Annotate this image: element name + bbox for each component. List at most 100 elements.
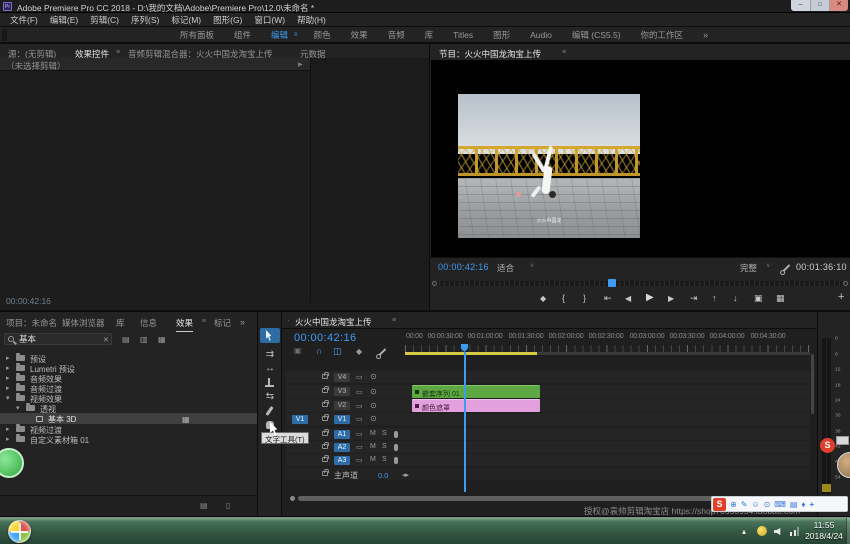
track-visibility-eye-icon[interactable]: ⊙ bbox=[370, 401, 377, 410]
workspace-tab-graphics[interactable]: 图形 bbox=[483, 29, 520, 41]
menu-graphics[interactable]: 图形(G) bbox=[207, 14, 248, 26]
tray-clock[interactable]: 11:55 2018/4/24 bbox=[800, 520, 848, 543]
tray-sogou-icon[interactable] bbox=[757, 526, 767, 536]
clear-search-icon[interactable]: ✕ bbox=[103, 336, 109, 344]
track-target-v1[interactable]: V1 bbox=[334, 415, 350, 424]
new-custom-bin-icon[interactable]: ▤ bbox=[122, 335, 130, 344]
lock-icon[interactable] bbox=[322, 471, 328, 476]
scrollbar-left-handle[interactable] bbox=[290, 496, 295, 501]
track-visibility-eye-icon[interactable]: ⊙ bbox=[370, 372, 377, 381]
scrubber-end-handle[interactable] bbox=[843, 281, 848, 286]
mute-button[interactable]: M bbox=[370, 456, 376, 463]
program-timecode[interactable]: 00:00:42:16 bbox=[438, 262, 489, 272]
tray-expand-button[interactable]: ▴ bbox=[742, 527, 746, 536]
menu-clip[interactable]: 剪辑(C) bbox=[84, 14, 125, 26]
effects-search-input[interactable] bbox=[19, 334, 99, 344]
workspace-tab-titles[interactable]: Titles bbox=[443, 30, 483, 40]
zoom-fit-dropdown[interactable]: 适合 bbox=[497, 262, 514, 274]
tab-effects[interactable]: 效果 bbox=[176, 317, 193, 329]
sogou-floating-icon[interactable]: S bbox=[820, 438, 835, 453]
track-row-v4[interactable]: V4 ▭ ⊙ bbox=[286, 371, 810, 383]
add-marker-button[interactable]: ◆ bbox=[540, 294, 546, 303]
panel-menu-icon[interactable]: ≡ bbox=[116, 49, 120, 56]
button-editor-plus[interactable]: + bbox=[838, 291, 844, 303]
go-to-in-button[interactable]: ⇤ bbox=[604, 293, 612, 304]
master-level-value[interactable]: 0.0 bbox=[378, 471, 388, 480]
menu-sequence[interactable]: 序列(S) bbox=[125, 14, 165, 26]
input-mode-icon[interactable]: ⊕ bbox=[730, 500, 737, 509]
workspace-tab-editing[interactable]: 编辑 bbox=[261, 29, 294, 41]
lock-icon[interactable] bbox=[322, 431, 328, 436]
lock-icon[interactable] bbox=[322, 444, 328, 449]
mute-button[interactable]: M bbox=[370, 430, 376, 437]
workspace-tab-assembly[interactable]: 组件 bbox=[224, 29, 261, 41]
mute-button[interactable]: M bbox=[370, 443, 376, 450]
voice-icon[interactable]: ⊙ bbox=[764, 500, 771, 509]
track-row-v2[interactable]: V2 ▭ ⊙ 颜色遮罩 bbox=[286, 399, 810, 412]
program-playhead-handle[interactable] bbox=[608, 279, 616, 287]
workspace-tab-editing-cs55[interactable]: 编辑 (CS5.5) bbox=[562, 29, 631, 41]
voiceover-mic-icon[interactable] bbox=[394, 444, 398, 451]
workspace-overflow-button[interactable]: » bbox=[693, 30, 718, 40]
minimize-button[interactable]: ‒ bbox=[791, 0, 810, 11]
track-row-master[interactable]: 主声道 0.0 ◂▸ bbox=[286, 468, 810, 480]
source-patch-icon[interactable]: ▭ bbox=[356, 456, 363, 464]
keyboard-icon[interactable]: ⌨ bbox=[774, 500, 786, 509]
panel-overflow-button[interactable]: » bbox=[240, 317, 245, 327]
lock-icon[interactable] bbox=[322, 388, 328, 393]
settings-wrench-icon[interactable] bbox=[783, 264, 791, 272]
clip-nested-sequence[interactable]: 嵌套序列 01 bbox=[412, 385, 540, 398]
track-target-v4[interactable]: V4 bbox=[334, 373, 350, 382]
nest-indicator-icon[interactable]: ▣ bbox=[294, 346, 302, 355]
sogou-input-bar[interactable]: S ⊕ ✎ ☺ ⊙ ⌨ ▤ ♦ + bbox=[711, 496, 848, 512]
track-visibility-eye-icon[interactable]: ⊙ bbox=[370, 414, 377, 423]
track-target-a3[interactable]: A3 bbox=[334, 456, 350, 465]
extract-button[interactable]: ↓ bbox=[733, 293, 738, 303]
workspace-menu-icon[interactable]: ≡ bbox=[294, 32, 298, 38]
sogou-logo[interactable]: S bbox=[713, 498, 726, 511]
track-target-v3[interactable]: V3 bbox=[334, 387, 350, 396]
workspace-tab-libraries[interactable]: 库 bbox=[415, 29, 444, 41]
source-patch-icon[interactable]: ▭ bbox=[356, 373, 363, 381]
slip-tool[interactable]: ⇆ bbox=[260, 390, 280, 404]
menu-markers[interactable]: 标记(M) bbox=[165, 14, 207, 26]
menu-help[interactable]: 帮助(H) bbox=[291, 14, 332, 26]
lock-icon[interactable] bbox=[322, 457, 328, 462]
timeline-vertical-scrollbar[interactable] bbox=[811, 354, 814, 414]
delete-trash-button[interactable]: ▯ bbox=[226, 501, 230, 510]
clip-color-matte[interactable]: 颜色遮罩 bbox=[412, 399, 540, 412]
playback-resolution-dropdown[interactable]: 完整 bbox=[740, 262, 757, 274]
program-scrubber-track[interactable] bbox=[434, 281, 846, 286]
scrubber-start-handle[interactable] bbox=[432, 281, 437, 286]
play-button[interactable]: ▶ bbox=[646, 292, 654, 303]
snap-toggle-icon[interactable]: ∩ bbox=[316, 346, 323, 356]
track-row-v1[interactable]: V1 V1 ▭ ⊙ bbox=[286, 413, 810, 425]
start-button[interactable] bbox=[8, 520, 31, 543]
panel-menu-icon[interactable]: ≡ bbox=[562, 49, 566, 56]
panel-menu-icon[interactable]: ≡ bbox=[202, 318, 206, 325]
tab-libraries[interactable]: 库 bbox=[116, 317, 125, 329]
effects-tree-item-custom-bin[interactable]: 自定义素材箱 01 bbox=[0, 434, 258, 445]
track-target-v2[interactable]: V2 bbox=[334, 401, 350, 410]
workspace-tab-audio[interactable]: 音频 bbox=[378, 29, 415, 41]
workspace-tab-all-panels[interactable]: 所有面板 bbox=[170, 29, 224, 41]
step-back-button[interactable]: ◀ bbox=[625, 294, 631, 303]
show-desktop-button[interactable] bbox=[846, 518, 850, 544]
step-forward-button[interactable]: ▶ bbox=[668, 294, 674, 303]
effects-search-box[interactable]: ✕ bbox=[4, 333, 112, 345]
source-patch-icon[interactable]: ▭ bbox=[356, 402, 363, 410]
tab-media-browser[interactable]: 媒体浏览器 bbox=[62, 317, 105, 329]
skin-icon[interactable]: ♦ bbox=[801, 500, 805, 509]
source-patch-icon[interactable]: ▭ bbox=[356, 443, 363, 451]
selection-tool[interactable] bbox=[260, 328, 280, 343]
emoji-icon[interactable]: ☺ bbox=[751, 500, 759, 509]
solo-button[interactable]: S bbox=[382, 443, 387, 450]
lock-icon[interactable] bbox=[322, 374, 328, 379]
menu-edit[interactable]: 编辑(E) bbox=[44, 14, 84, 26]
work-area-bar[interactable] bbox=[405, 352, 537, 355]
razor-tool[interactable] bbox=[260, 376, 280, 390]
track-target-a1[interactable]: A1 bbox=[334, 430, 350, 439]
workspace-tab-effects[interactable]: 效果 bbox=[341, 29, 378, 41]
tray-volume-icon[interactable] bbox=[774, 526, 784, 536]
workspace-tab-custom[interactable]: 你的工作区 bbox=[631, 29, 694, 41]
